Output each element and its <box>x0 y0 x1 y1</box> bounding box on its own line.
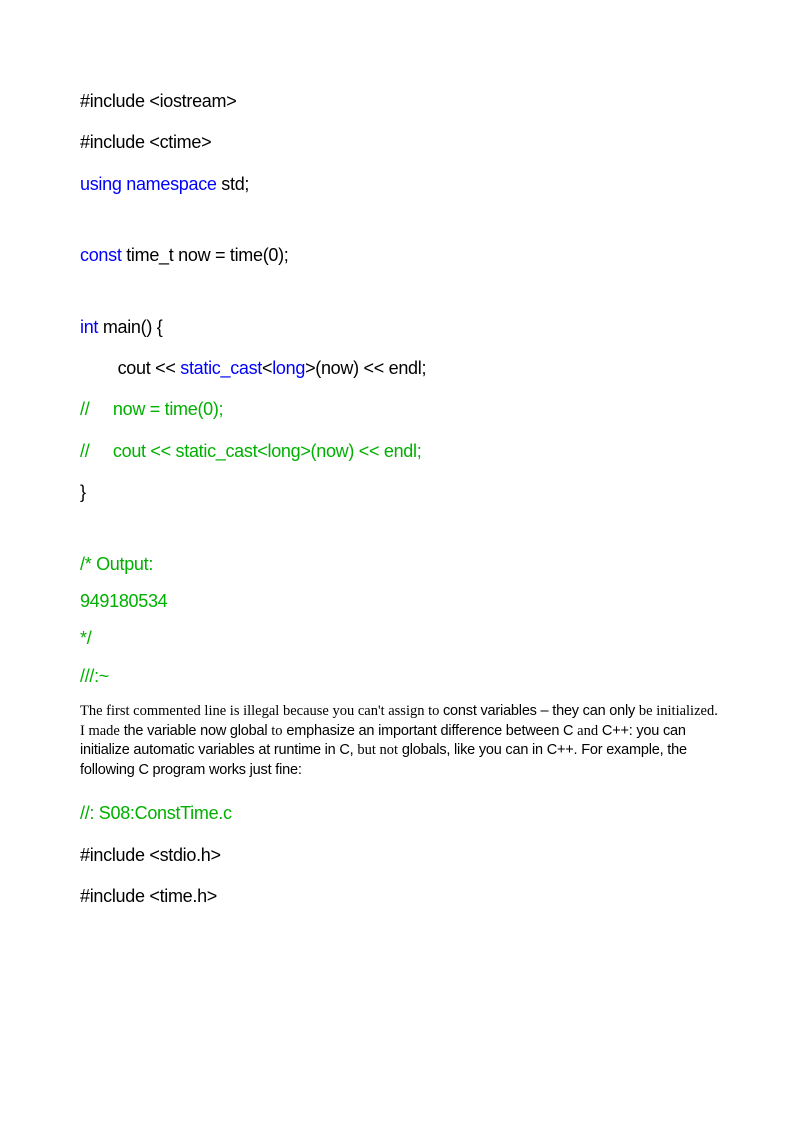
keyword-using: using <box>80 174 122 194</box>
paragraph: The first commented line is illegal beca… <box>80 702 720 780</box>
angle-bracket: < <box>262 358 272 378</box>
code-line: const time_t now = time(0); <box>80 244 720 267</box>
code-line: // now = time(0); <box>80 398 720 421</box>
paragraph-text: variables – they can only <box>477 703 639 719</box>
include-directive: #include <box>80 132 145 152</box>
include-target: <ctime> <box>145 132 212 152</box>
comment-close: */ <box>80 628 91 648</box>
keyword-long: long <box>272 358 305 378</box>
document-page: #include <iostream> #include <ctime> usi… <box>0 0 800 967</box>
include-directive: #include <box>80 845 145 865</box>
code-line: } <box>80 481 720 504</box>
code-line: #include <stdio.h> <box>80 844 720 867</box>
paragraph-text: the variable now global <box>120 723 271 739</box>
code-line: ///:~ <box>80 665 720 688</box>
paragraph-text: to <box>271 723 282 739</box>
comment-output-open: /* Output: <box>80 554 153 574</box>
paragraph-text: The first commented line is illegal beca… <box>80 703 443 719</box>
code-line: */ <box>80 627 720 650</box>
comment-end-marker: ///:~ <box>80 666 109 686</box>
comment: // cout << static_cast<long>(now) << end… <box>80 441 421 461</box>
code-line: 949180534 <box>80 590 720 613</box>
code-line: //: S08:ConstTime.c <box>80 802 720 825</box>
code-line: using namespace std; <box>80 173 720 196</box>
closing-brace: } <box>80 482 86 502</box>
code-text: >(now) << endl; <box>305 358 426 378</box>
spacer <box>80 523 720 553</box>
paragraph-text: but not <box>357 742 398 758</box>
include-directive: #include <box>80 91 145 111</box>
comment-output-value: 949180534 <box>80 591 167 611</box>
spacer <box>80 214 720 244</box>
include-target: <time.h> <box>145 886 217 906</box>
keyword-static-cast: static_cast <box>180 358 262 378</box>
identifier: std; <box>217 174 250 194</box>
code-text: cout << <box>80 358 180 378</box>
comment-file-header: //: S08:ConstTime.c <box>80 803 232 823</box>
paragraph-text: const <box>443 703 477 719</box>
code-line: #include <iostream> <box>80 90 720 113</box>
main-signature: main() { <box>98 317 162 337</box>
include-target: <iostream> <box>145 91 237 111</box>
code-line: // cout << static_cast<long>(now) << end… <box>80 440 720 463</box>
paragraph-text: and <box>577 723 598 739</box>
keyword-namespace: namespace <box>122 174 217 194</box>
declaration: time_t now = time(0); <box>122 245 289 265</box>
code-line: cout << static_cast<long>(now) << endl; <box>80 357 720 380</box>
comment: // now = time(0); <box>80 399 223 419</box>
code-line: /* Output: <box>80 553 720 576</box>
paragraph-text: made <box>88 723 119 739</box>
code-line: #include <ctime> <box>80 131 720 154</box>
include-directive: #include <box>80 886 145 906</box>
code-line: int main() { <box>80 316 720 339</box>
spacer <box>80 286 720 316</box>
paragraph-text: emphasize an important difference betwee… <box>283 723 578 739</box>
keyword-int: int <box>80 317 98 337</box>
include-target: <stdio.h> <box>145 845 221 865</box>
code-line: #include <time.h> <box>80 885 720 908</box>
keyword-const: const <box>80 245 122 265</box>
